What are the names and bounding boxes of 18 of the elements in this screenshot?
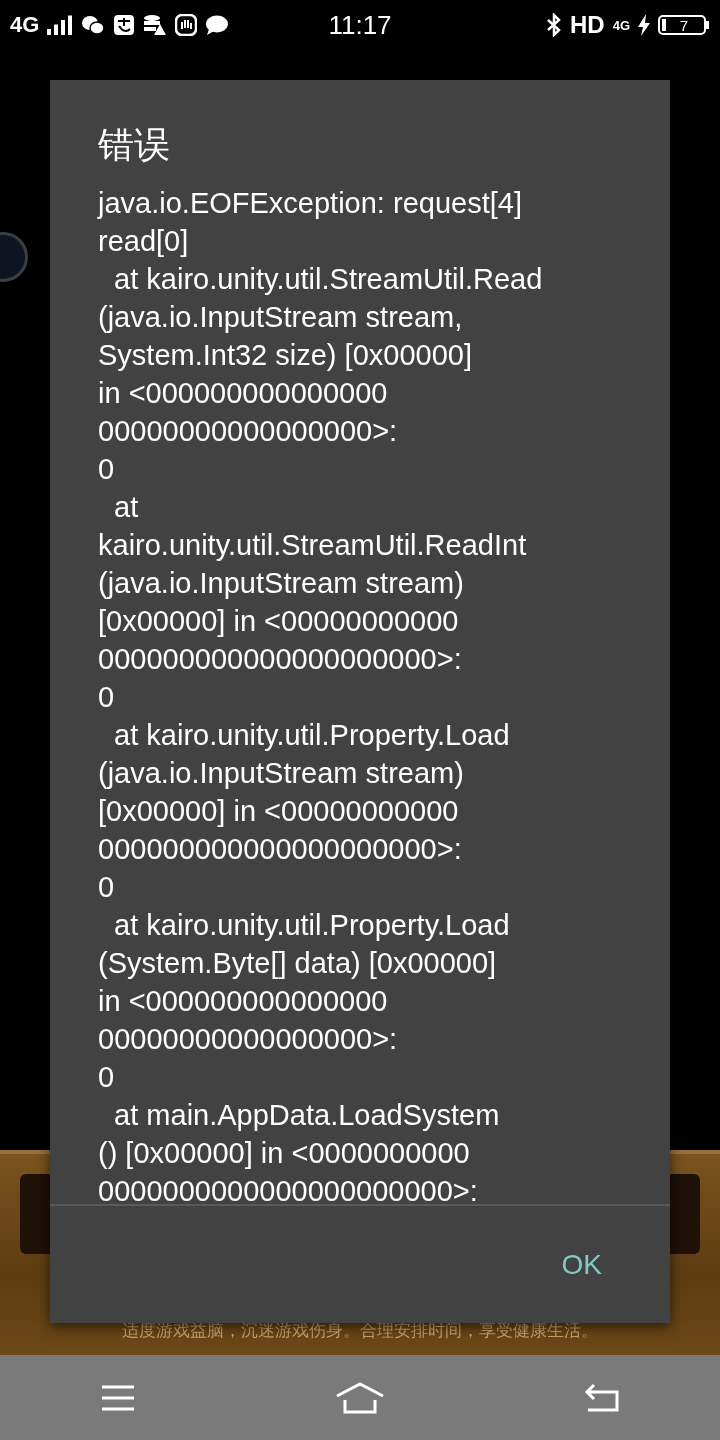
- charging-bolt-icon: [638, 14, 650, 36]
- house-outline-icon: [335, 1381, 385, 1414]
- bluetooth-icon: [546, 13, 562, 37]
- network-type: 4G: [10, 12, 40, 38]
- menu-icon: [99, 1383, 136, 1412]
- clock-time: 11:17: [328, 9, 392, 41]
- network-type-small: 4G: [612, 17, 630, 33]
- dialog-title: 错误: [97, 123, 171, 167]
- hd-indicator: HD: [570, 11, 605, 39]
- return-arrow-icon: [584, 1382, 621, 1413]
- ok-button[interactable]: OK: [553, 1240, 610, 1289]
- message-bubble-icon: [205, 14, 230, 36]
- chat-bubbles-icon: [81, 14, 106, 36]
- error-message: java.io.EOFException: request[4] read[0] at kairo.unity.util.StreamUtil.Read (java.io.InputStream stream, System.Int32 size) [0x00000] in <000000000000000 00000000000000000>: 0 at kairo.unity.util.StreamUtil.ReadInt (java.io.InputStream stream) [0x00000] in <00000000000 000000000000000000000>: 0 at kairo.unity.util.Property.Load (java.io.InputStream stream) [0x00000] in <00000000000 000000000000000000000>: 0 at kairo.unity.util.Property.Load (System.Byte[] data) [0x00000] in <000000000000000 00000000000000000>: 0 at main.AppData.LoadSystem () [0x00000] in <0000000000 0000000000000000000000>:: [96, 186, 544, 1204]
- battery-percent: 7: [679, 17, 689, 34]
- payment-app-icon: [113, 14, 136, 36]
- signal-icon: [47, 15, 74, 35]
- database-warning-icon: [143, 14, 168, 36]
